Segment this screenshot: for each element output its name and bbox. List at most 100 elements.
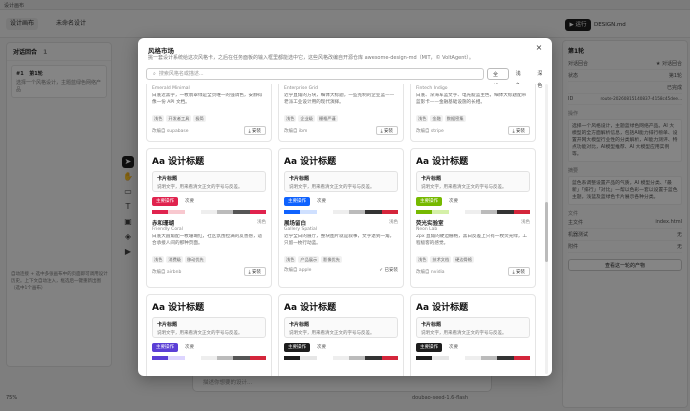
installed-status: ✓ 已安装 [379, 267, 398, 273]
style-en-name: Emerald Minimal [152, 86, 190, 91]
style-card[interactable]: Enterprise Grid 近乎直角的方块，细体大标题，一些克制的企业蓝——老… [278, 84, 404, 142]
scrollbar-thumb[interactable] [545, 202, 548, 262]
color-swatch [284, 356, 301, 360]
style-tags: 浅色 金融 数据密集 [416, 115, 530, 122]
preview-card-title: 卡片标题 [157, 176, 178, 182]
install-label: 安装 [252, 129, 261, 134]
preview-card: 卡片标题 说明文字，用来看清文正文的字号与反差。 [284, 317, 398, 338]
style-name-row: 赤和珊瑚 浅色 [152, 219, 266, 227]
style-card[interactable]: Aa 设计标题 卡片标题 说明文字，用来看清文正文的字号与反差。 主要操作 次要 荧光实验… [410, 148, 536, 288]
style-search-input[interactable]: ⌕ 搜索风格名或描述... [146, 68, 484, 80]
preview-secondary-button: 次要 [185, 199, 194, 204]
preview-heading: Aa 设计标题 [284, 303, 337, 313]
style-tag: 浅色 [284, 256, 297, 263]
color-swatch [432, 356, 449, 360]
color-swatch [464, 356, 482, 360]
preview-card-desc: 说明文字，用来看清文正文的字号与反差。 [157, 185, 243, 190]
preview-card: 卡片标题说明文字，用来看清文正文的字号与反差。 [284, 171, 398, 192]
filter-light[interactable]: 浅色 [511, 68, 531, 89]
color-swatch [152, 210, 169, 214]
close-icon[interactable]: × [534, 43, 544, 53]
filter-dark[interactable]: 深色 [532, 68, 552, 89]
color-swatch [365, 356, 382, 360]
install-button[interactable]: ⤓ 安装 [507, 126, 530, 135]
install-label: 安装 [384, 129, 393, 134]
filter-all[interactable]: 全部 [487, 68, 509, 90]
style-card[interactable]: Aa 设计标题 卡片标题 说明文字，用来看清文正文的字号与反差。 主要操作 次要 赤和珊瑚… [146, 148, 272, 288]
style-tag: 硬边骨格 [453, 256, 474, 263]
style-description: 近乎直角的方块，细体大标题，一些克制的企业蓝——老派工业设计用的现代演绎。 [284, 93, 395, 105]
style-tags: 浅色 消费级 移动优先 [152, 256, 266, 263]
style-card[interactable]: Aa 设计标题 卡片标题 说明文字，用来看清文正文的字号与反差。 主要操作 次要 展场留白… [278, 148, 404, 288]
style-tag: 移动优先 [184, 256, 206, 263]
style-tags: 浅色 技术文档 硬边骨格 [416, 256, 530, 263]
style-source: 改编自 ibm [284, 128, 308, 134]
install-button[interactable]: ⤓ 安装 [507, 267, 530, 276]
card-footer: 改编自 supabase ⤓ 安装 [152, 126, 266, 135]
modal-scrollbar[interactable] [545, 84, 548, 374]
preview-buttons: 主要操作 次要 [284, 343, 398, 352]
style-tag: 浅色 [416, 115, 429, 122]
style-tag: 浅色 [284, 115, 297, 122]
style-tag: 开发者工具 [166, 115, 192, 122]
style-tag: 产品展示 [298, 256, 320, 263]
color-swatch [365, 210, 382, 214]
style-name-row: 荧光实验室 浅色 [416, 219, 530, 227]
preview-secondary-button: 次要 [449, 345, 458, 350]
color-swatch [464, 210, 482, 214]
color-swatch [349, 356, 366, 360]
style-en-name: Gallery Spatial [284, 227, 317, 232]
style-mode: 浅色 [257, 220, 266, 225]
preview-card-title: 卡片标题 [421, 176, 442, 182]
style-card[interactable]: Aa 设计标题 卡片标题 说明文字，用来看清文正文的字号与反差。 主要操作 次要 [410, 294, 536, 376]
style-tag: 栅格严谨 [316, 115, 338, 122]
style-tag: 影像优先 [321, 256, 342, 263]
style-card[interactable]: Aa 设计标题 卡片标题 说明文字，用来看清文正文的字号与反差。 主要操作 次要 [146, 294, 272, 376]
style-description: 白底、深海军蓝文字、电光靛蓝主色，细体大标题配带蓝影卡——金融基础设施的长相。 [416, 93, 527, 105]
preview-card: 卡片标题说明文字，用来看清文正文的字号与反差。 [152, 171, 266, 192]
style-tags: 浅色 开发者工具 极简 [152, 115, 266, 122]
color-swatch [152, 356, 169, 360]
style-card[interactable]: Fintech Indigo 白底、深海军蓝文字、电光靛蓝主色，细体大标题配带蓝影… [410, 84, 536, 142]
search-icon: ⌕ [153, 71, 156, 77]
search-placeholder: 搜索风格名或描述... [158, 71, 204, 77]
install-label: 安装 [252, 270, 261, 275]
preview-card-title: 卡片标题 [421, 322, 442, 328]
install-button[interactable]: ⤓ 安装 [243, 267, 266, 276]
style-source: 改编自 airbnb [152, 269, 182, 275]
color-swatch [168, 210, 185, 214]
preview-heading: Aa 设计标题 [152, 303, 205, 313]
color-swatch [349, 210, 366, 214]
style-tags: 浅色 产品展示 影像优先 [284, 256, 398, 263]
style-tag: 消费级 [166, 256, 183, 263]
color-swatch [416, 210, 433, 214]
preview-card-title: 卡片标题 [289, 176, 310, 182]
style-tags: 浅色 企业级 栅格严谨 [284, 115, 398, 122]
preview-primary-button: 主要操作 [284, 343, 310, 352]
style-card[interactable]: Aa 设计标题卡片标题 说明文字，用来看清文正文的字号与反差。主要操作 次要 [278, 294, 404, 376]
style-source: 改编自 apple [284, 268, 312, 273]
color-swatch [233, 356, 250, 360]
style-en-name: Fintech Indigo [416, 86, 448, 91]
install-label: 安装 [516, 129, 525, 134]
preview-card-desc: 说明文字，用来看清文正文的字号与反差。 [289, 185, 375, 190]
color-swatch [168, 356, 185, 360]
preview-primary-button: 主要操作 [152, 197, 178, 206]
color-swatch [316, 356, 333, 360]
style-description: 近乎全白的展厅，整块图片就是叙事，文字退到一角，只留一枚行动蓝。 [284, 234, 395, 246]
color-palette [152, 356, 266, 360]
color-swatch [249, 210, 266, 214]
color-swatch [316, 210, 333, 214]
style-card[interactable]: Emerald Minimal 白底近黑字，一枚翡翠绿是全页唯一的强调色，安静得像… [146, 84, 272, 142]
style-name: 荧光实验室 [416, 221, 444, 227]
preview-card-desc: 说明文字，用来看清文正文的字号与反差。 [157, 331, 243, 336]
color-swatch [200, 356, 218, 360]
card-footer: 改编自 nvidia ⤓ 安装 [416, 267, 530, 276]
preview-heading: Aa 设计标题 [416, 157, 469, 167]
style-tag: 极简 [193, 115, 206, 122]
style-tag: 浅色 [152, 256, 165, 263]
color-palette [284, 210, 398, 214]
install-button[interactable]: ⤓ 安装 [243, 126, 266, 135]
install-button[interactable]: ⤓ 安装 [375, 126, 398, 135]
preview-buttons: 主要操作 次要 [152, 343, 266, 352]
